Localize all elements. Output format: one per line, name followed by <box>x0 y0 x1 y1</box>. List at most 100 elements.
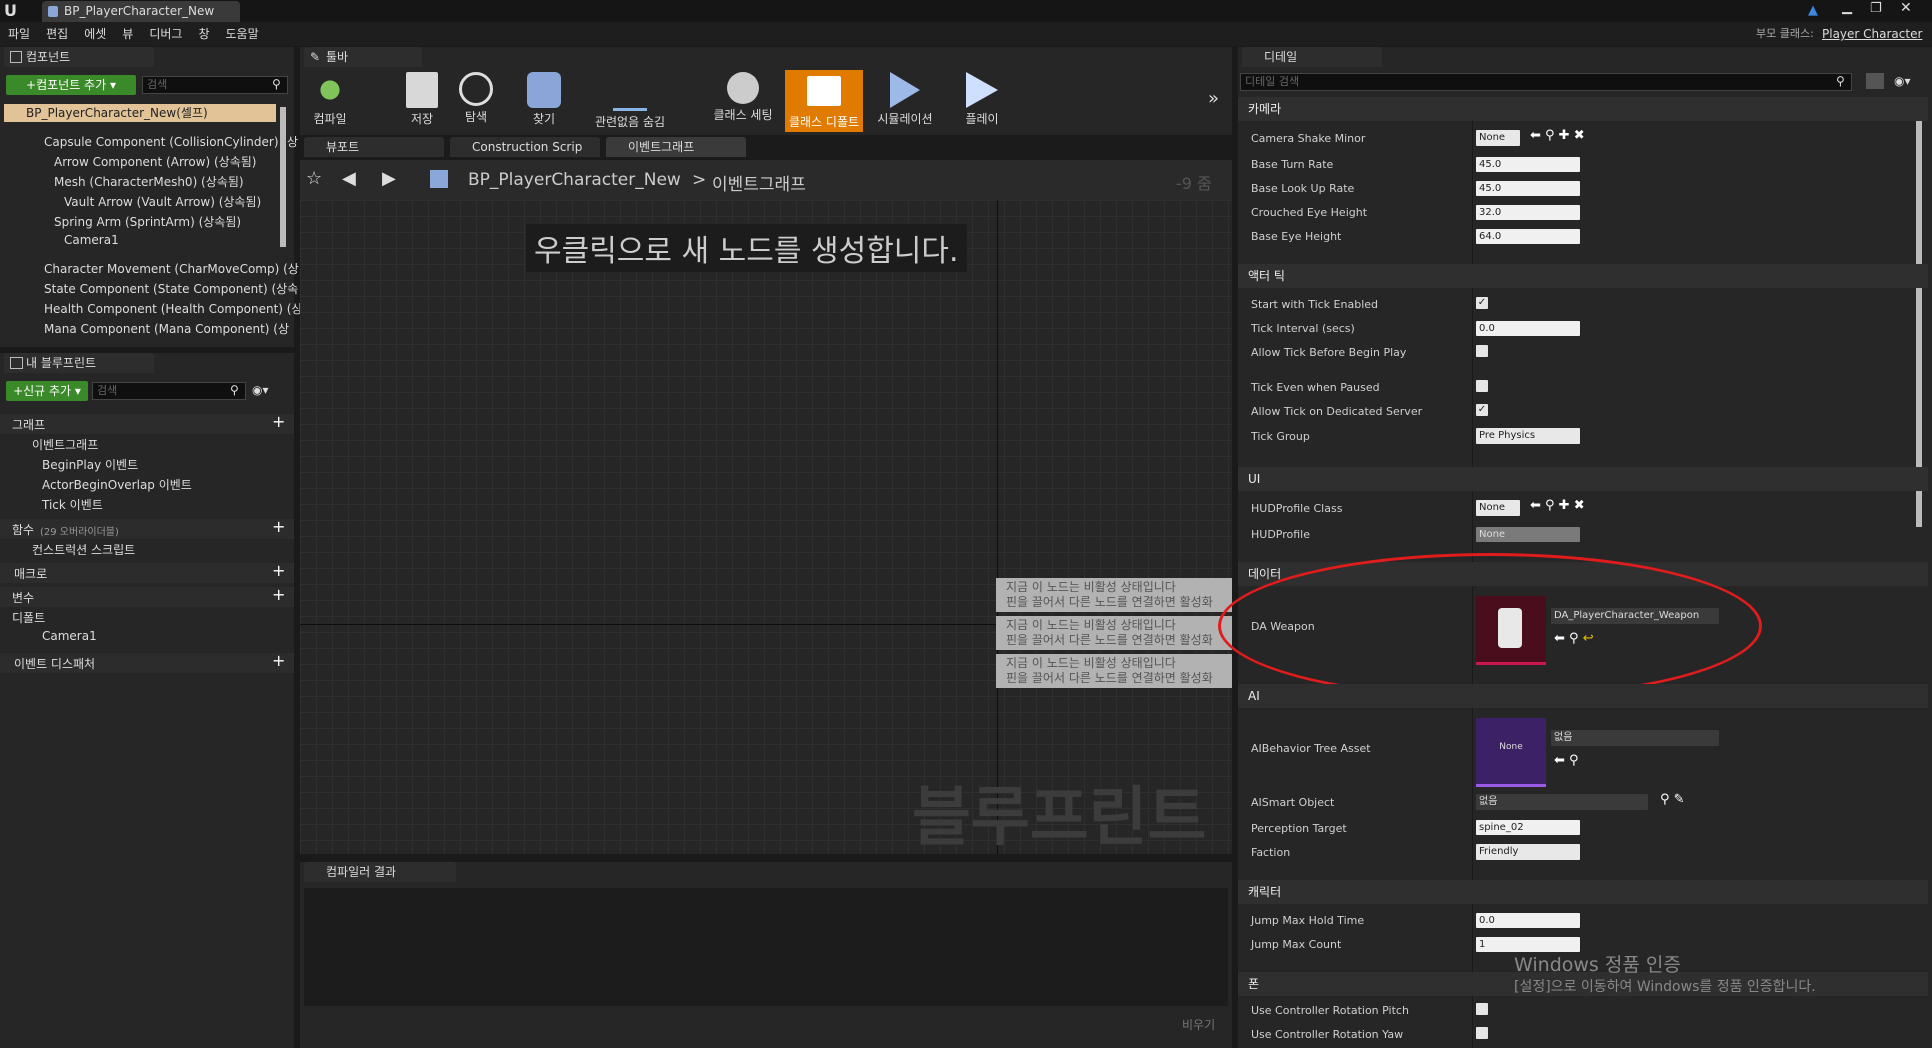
favorite-star-icon[interactable]: ☆ <box>306 168 322 189</box>
event-item[interactable]: ActorBeginOverlap 이벤트 <box>42 476 192 493</box>
defaults-category[interactable]: 디폴트 <box>12 609 45 626</box>
base-look-up-rate-input[interactable]: 45.0 <box>1476 181 1580 196</box>
menu-help[interactable]: 도움말 <box>218 22 267 46</box>
tick-interval-input[interactable]: 0.0 <box>1476 321 1580 336</box>
save-button[interactable]: 저장 <box>392 72 452 127</box>
tab-viewport[interactable]: 뷰포트 <box>304 137 444 157</box>
perception-target-input[interactable]: spine_02 <box>1476 820 1580 835</box>
compiler-results-tab[interactable]: 컴파일러 결과 <box>304 862 456 882</box>
add-component-button[interactable]: +컴포넌트 추가 ▾ <box>6 75 136 95</box>
visibility-eye-icon[interactable]: ◉▾ <box>1894 74 1911 88</box>
components-tab[interactable]: 컴포넌트 <box>4 47 154 67</box>
rotation-yaw-checkbox[interactable] <box>1476 1027 1488 1039</box>
camera-shake-combo[interactable]: None <box>1476 130 1520 146</box>
property-matrix-icon[interactable] <box>1866 73 1884 89</box>
add-function-icon[interactable]: + <box>272 517 285 536</box>
add-graph-icon[interactable]: + <box>272 412 285 431</box>
graph-canvas[interactable]: 우클릭으로 새 노드를 생성합니다. 블루프린트 지금 이 노드는 비활성 상태… <box>300 200 1232 854</box>
visibility-eye-icon[interactable]: ◉▾ <box>252 383 269 397</box>
search-icon[interactable]: ⚲ <box>272 77 281 91</box>
component-item[interactable]: Spring Arm (SprintArm) (상속됨) <box>54 213 241 230</box>
notification-icon[interactable]: ▲ <box>1808 3 1818 18</box>
back-arrow-icon[interactable]: ◀ <box>342 168 356 189</box>
ai-behavior-tree-actions[interactable]: ⬅ ⚲ <box>1554 753 1579 768</box>
breadcrumb-blueprint[interactable]: BP_PlayerCharacter_New <box>468 170 681 190</box>
component-item[interactable]: Mesh (CharacterMesh0) (상속됨) <box>54 173 244 190</box>
search-icon[interactable]: ⚲ <box>230 383 239 397</box>
browse-button[interactable]: 탐색 <box>446 72 506 125</box>
add-dispatcher-icon[interactable]: + <box>272 651 285 670</box>
disabled-node[interactable]: 지금 이 노드는 비활성 상태입니다 핀을 끌어서 다른 노드를 연결하면 활성… <box>996 578 1232 612</box>
tick-server-checkbox[interactable]: ✓ <box>1476 404 1488 416</box>
event-item[interactable]: BeginPlay 이벤트 <box>42 456 138 473</box>
add-new-button[interactable]: +신규 추가 ▾ <box>6 381 88 401</box>
variables-section[interactable] <box>0 587 294 607</box>
details-tab[interactable]: 디테일 <box>1242 47 1382 67</box>
menu-debug[interactable]: 디버그 <box>141 22 190 46</box>
category-character[interactable]: 캐릭터 <box>1238 880 1928 904</box>
components-scrollbar[interactable] <box>280 107 286 247</box>
component-item[interactable]: Arrow Component (Arrow) (상속됨) <box>54 153 256 170</box>
component-item[interactable]: Mana Component (Mana Component) (상 <box>44 320 289 337</box>
event-graph-item[interactable]: 이벤트그래프 <box>32 436 98 453</box>
add-macro-icon[interactable]: + <box>272 561 285 580</box>
details-scrollbar[interactable] <box>1916 107 1922 527</box>
tab-event-graph[interactable]: 이벤트그래프 <box>606 137 746 157</box>
forward-arrow-icon[interactable]: ▶ <box>382 168 396 189</box>
camera-shake-actions[interactable]: ⬅ ⚲ ✚ ✖ <box>1530 128 1585 143</box>
hud-profile-class-combo[interactable]: None <box>1476 500 1520 516</box>
disabled-node[interactable]: 지금 이 노드는 비활성 상태입니다 핀을 끌어서 다른 노드를 연결하면 활성… <box>996 654 1232 688</box>
class-settings-button[interactable]: 클래스 세팅 <box>708 72 778 123</box>
toolbar-overflow-icon[interactable]: » <box>1208 88 1219 109</box>
my-blueprint-search-input[interactable]: 검색 <box>92 382 246 400</box>
category-camera[interactable]: 카메라 <box>1238 97 1928 121</box>
details-search-input[interactable]: 디테일 검색 <box>1240 73 1852 91</box>
construction-script-item[interactable]: 컨스트럭션 스크립트 <box>32 541 135 558</box>
category-ui[interactable]: UI <box>1238 467 1928 491</box>
search-icon[interactable]: ⚲ <box>1836 74 1845 88</box>
crouched-eye-height-input[interactable]: 32.0 <box>1476 205 1580 220</box>
my-blueprint-tab[interactable]: 내 블루프린트 <box>4 353 154 373</box>
components-search-input[interactable]: 검색 <box>142 76 288 94</box>
menu-asset[interactable]: 에셋 <box>76 22 114 46</box>
tick-paused-checkbox[interactable] <box>1476 380 1488 392</box>
hide-unrelated-button[interactable]: 관련없음 숨김 <box>580 72 680 130</box>
category-actor-tick[interactable]: 액터 틱 <box>1238 264 1928 288</box>
component-item[interactable]: Vault Arrow (Vault Arrow) (상속됨) <box>64 193 261 210</box>
component-item[interactable]: Character Movement (CharMoveComp) (상 <box>44 260 299 277</box>
clear-button[interactable]: 비우기 <box>1182 1016 1215 1033</box>
component-root[interactable]: BP_PlayerCharacter_New(셀프) <box>4 104 276 122</box>
simulation-button[interactable]: 시뮬레이션 <box>868 72 942 127</box>
ai-smart-object-combo[interactable]: 없음 <box>1476 794 1648 810</box>
jump-hold-time-input[interactable]: 0.0 <box>1476 913 1580 928</box>
parent-class-link[interactable]: Player Character <box>1822 22 1922 46</box>
tick-before-play-checkbox[interactable] <box>1476 345 1488 357</box>
component-item[interactable]: Capsule Component (CollisionCylinder) (상 <box>44 133 298 150</box>
component-item[interactable]: Health Component (Health Component) (상 <box>44 300 303 317</box>
play-button[interactable]: 플레이 <box>952 72 1012 127</box>
tab-construction-script[interactable]: Construction Scrip <box>450 137 600 157</box>
menu-window[interactable]: 창 <box>190 22 217 46</box>
ai-behavior-tree-thumbnail[interactable]: None <box>1476 718 1546 787</box>
toolbar-tab[interactable]: ✎ 툴바 <box>304 47 422 67</box>
find-button[interactable]: 찾기 <box>514 72 574 127</box>
start-tick-checkbox[interactable]: ✓ <box>1476 297 1488 309</box>
category-ai[interactable]: AI <box>1238 684 1928 708</box>
rotation-pitch-checkbox[interactable] <box>1476 1003 1488 1015</box>
tick-group-combo[interactable]: Pre Physics <box>1476 428 1580 444</box>
faction-combo[interactable]: Friendly <box>1476 844 1580 860</box>
base-eye-height-input[interactable]: 64.0 <box>1476 229 1580 244</box>
add-variable-icon[interactable]: + <box>272 585 285 604</box>
event-item[interactable]: Tick 이벤트 <box>42 496 103 513</box>
close-icon[interactable]: ✕ <box>1900 0 1912 16</box>
ai-behavior-tree-combo[interactable]: 없음 <box>1551 730 1719 746</box>
menu-view[interactable]: 뷰 <box>114 22 141 46</box>
menu-edit[interactable]: 편집 <box>38 22 76 46</box>
maximize-icon[interactable]: ❐ <box>1870 1 1882 16</box>
component-item[interactable]: State Component (State Component) (상속 <box>44 280 298 297</box>
class-defaults-button[interactable]: 클래스 디폴트 <box>785 70 863 132</box>
document-tab[interactable]: BP_PlayerCharacter_New <box>42 1 240 22</box>
menu-file[interactable]: 파일 <box>0 22 38 46</box>
component-item[interactable]: Camera1 <box>64 233 119 247</box>
ai-smart-object-actions[interactable]: ⚲ ✎ <box>1660 792 1685 807</box>
